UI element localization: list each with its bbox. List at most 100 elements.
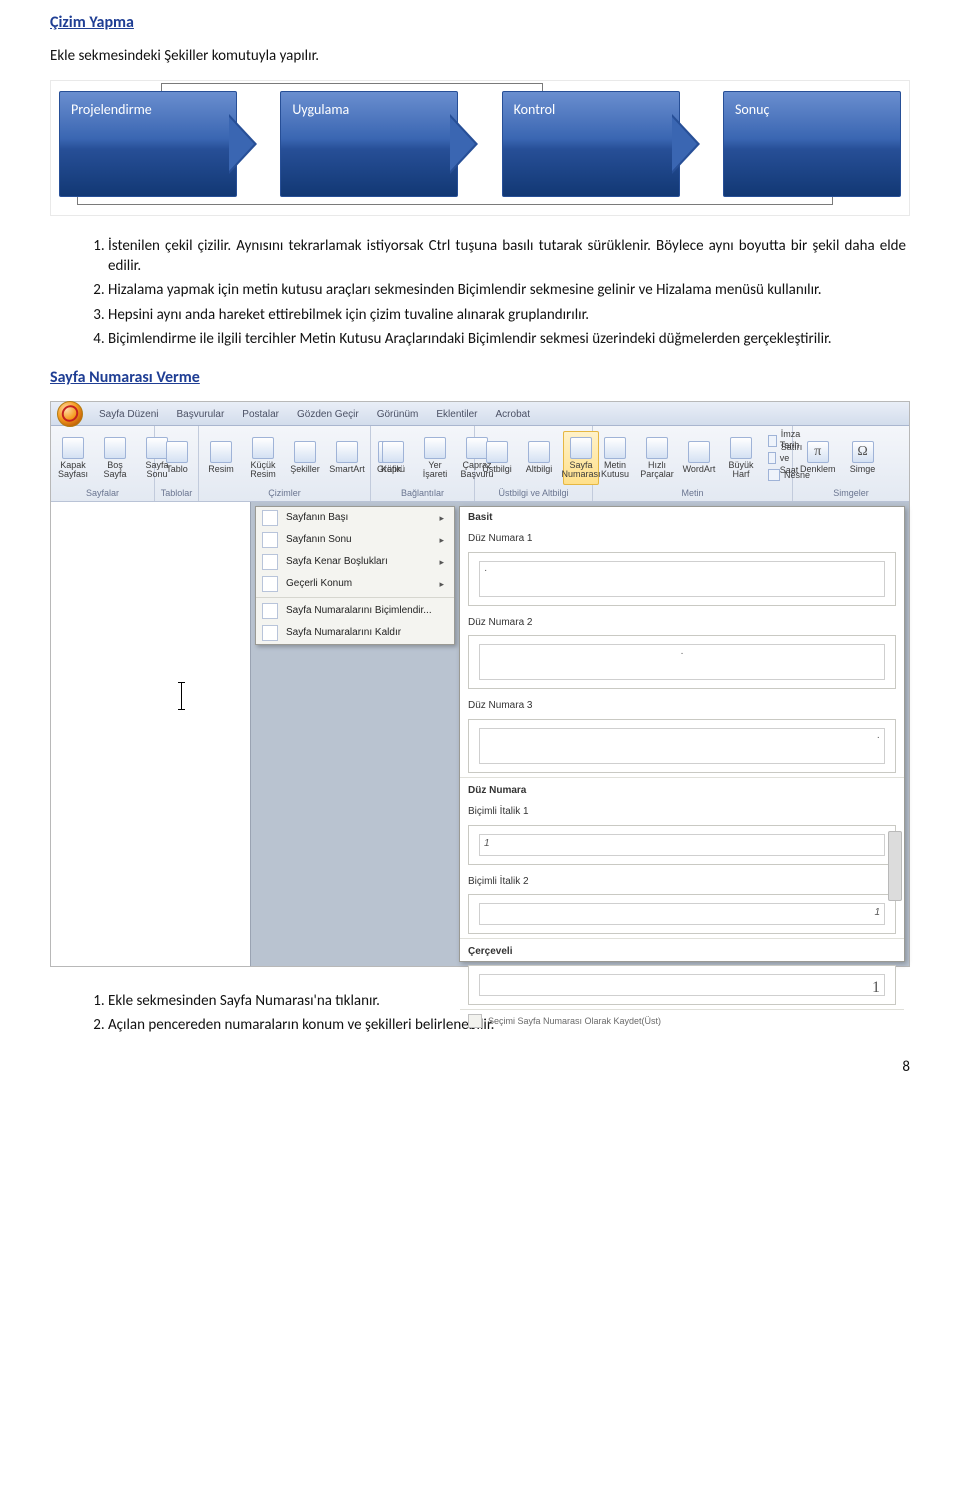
- group-links: Köprü Yer İşareti Çapraz Başvuru Bağlant…: [371, 426, 475, 501]
- gallery-item-title: Düz Numara 3: [460, 693, 904, 715]
- cover-page-button[interactable]: Kapak Sayfası: [55, 431, 91, 485]
- page-number-icon: [570, 437, 592, 459]
- group-label: Bağlantılar: [375, 486, 470, 499]
- flow-step-4: Sonuç: [723, 91, 901, 197]
- group-label: Simgeler: [797, 486, 905, 499]
- document-page[interactable]: [51, 502, 251, 966]
- gallery-item[interactable]: ·: [468, 719, 896, 773]
- gallery-heading-plain: Düz Numara: [460, 777, 904, 800]
- bookmark-icon: [424, 437, 446, 459]
- textbox-button[interactable]: Metin Kutusu: [597, 431, 633, 485]
- flow-step-3: Kontrol: [502, 91, 680, 197]
- gallery-heading-basic: Basit: [460, 507, 904, 527]
- ribbon-tab[interactable]: Postalar: [234, 404, 287, 425]
- smartart-icon: [336, 441, 358, 463]
- gallery-item[interactable]: 1: [468, 894, 896, 934]
- object-icon: [768, 469, 780, 481]
- office-button-icon[interactable]: [57, 401, 83, 427]
- menu-item-current-position[interactable]: Geçerli Konum▸: [256, 573, 454, 595]
- gallery-item-title: Düz Numara 1: [460, 526, 904, 548]
- image-icon: [252, 437, 274, 459]
- page-margin-icon: [262, 554, 278, 570]
- bookmark-button[interactable]: Yer İşareti: [417, 431, 453, 485]
- ribbon-tabs: Sayfa Düzeni Başvurular Postalar Gözden …: [51, 402, 909, 426]
- menu-item-remove-numbers[interactable]: Sayfa Numaralarını Kaldır: [256, 622, 454, 644]
- gallery-heading-boxed: Çerçeveli: [460, 938, 904, 961]
- hyperlink-button[interactable]: Köprü: [375, 431, 411, 485]
- word-ribbon-screenshot: Sayfa Düzeni Başvurular Postalar Gözden …: [50, 401, 910, 967]
- ribbon-tab[interactable]: Acrobat: [488, 404, 538, 425]
- flow-step-2: Uygulama: [280, 91, 458, 197]
- remove-icon: [262, 625, 278, 641]
- flow-label-1: Projelendirme: [71, 101, 152, 120]
- menu-item-bottom-of-page[interactable]: Sayfanın Sonu▸: [256, 529, 454, 551]
- signature-icon: [768, 435, 777, 447]
- footer-button[interactable]: Altbilgi: [521, 431, 557, 485]
- dropcap-icon: [730, 437, 752, 459]
- wordart-button[interactable]: WordArt: [681, 431, 717, 485]
- table-button[interactable]: Tablo: [159, 431, 195, 485]
- chevron-right-icon: [229, 114, 257, 174]
- header-icon: [486, 441, 508, 463]
- chevron-right-icon: ▸: [439, 578, 444, 590]
- page-icon: [104, 437, 126, 459]
- pi-icon: π: [807, 441, 829, 463]
- ribbon-tab[interactable]: Eklentiler: [428, 404, 485, 425]
- shapes-icon: [294, 441, 316, 463]
- image-icon: [210, 441, 232, 463]
- omega-icon: Ω: [852, 441, 874, 463]
- blank-page-button[interactable]: Boş Sayfa: [97, 431, 133, 485]
- list-item: Hizalama yapmak için metin kutusu araçla…: [108, 280, 910, 300]
- chevron-right-icon: [672, 114, 700, 174]
- group-pages: Kapak Sayfası Boş Sayfa Sayfa Sonu Sayfa…: [51, 426, 155, 501]
- chevron-right-icon: ▸: [439, 556, 444, 568]
- intro-text: Ekle sekmesindeki Şekiller komutuyla yap…: [50, 46, 910, 66]
- scrollbar[interactable]: [888, 831, 902, 901]
- symbol-button[interactable]: ΩSimge: [845, 431, 881, 485]
- gallery-item[interactable]: ·: [468, 552, 896, 606]
- group-label: Tablolar: [159, 486, 194, 499]
- shapes-button[interactable]: Şekiller: [287, 431, 323, 485]
- gallery-item[interactable]: 1: [468, 965, 896, 1005]
- drawing-steps-list: İstenilen çekil çizilir. Aynısını tekrar…: [92, 236, 910, 349]
- gallery-item-title: Biçimli İtalik 1: [460, 799, 904, 821]
- chevron-right-icon: ▸: [439, 534, 444, 546]
- group-text: Metin Kutusu Hızlı Parçalar WordArt Büyü…: [593, 426, 793, 501]
- quickparts-button[interactable]: Hızlı Parçalar: [639, 431, 675, 485]
- dropcap-button[interactable]: Büyük Harf: [723, 431, 759, 485]
- ribbon-groups: Kapak Sayfası Boş Sayfa Sayfa Sonu Sayfa…: [51, 426, 909, 502]
- gallery-item-title: Düz Numara 2: [460, 610, 904, 632]
- flow-label-4: Sonuç: [735, 101, 769, 120]
- page-number: 8: [50, 1057, 910, 1077]
- header-button[interactable]: Üstbilgi: [479, 431, 515, 485]
- save-icon: [468, 1014, 482, 1028]
- picture-button[interactable]: Resim: [203, 431, 239, 485]
- gallery-item[interactable]: 1: [468, 825, 896, 865]
- ribbon-tab[interactable]: Başvurular: [168, 404, 232, 425]
- group-symbols: πDenklem ΩSimge Simgeler: [793, 426, 909, 501]
- flow-label-2: Uygulama: [292, 101, 349, 120]
- list-item: Hepsini aynı anda hareket ettirebilmek i…: [108, 305, 910, 325]
- smartart-button[interactable]: SmartArt: [329, 431, 365, 485]
- chevron-right-icon: [450, 114, 478, 174]
- chevron-right-icon: ▸: [439, 512, 444, 524]
- group-label: Çizimler: [203, 486, 366, 499]
- flow-diagram: Projelendirme Uygulama Kontrol Sonuç: [50, 80, 910, 216]
- menu-item-top-of-page[interactable]: Sayfanın Başı▸: [256, 507, 454, 529]
- group-label: Üstbilgi ve Altbilgi: [479, 486, 588, 499]
- quickparts-icon: [646, 437, 668, 459]
- menu-item-page-margins[interactable]: Sayfa Kenar Boşlukları▸: [256, 551, 454, 573]
- footer-icon: [528, 441, 550, 463]
- flow-label-3: Kontrol: [514, 101, 556, 120]
- ribbon-tab[interactable]: Sayfa Düzeni: [91, 404, 166, 425]
- calendar-icon: [768, 452, 776, 464]
- gallery-footer-save[interactable]: Seçimi Sayfa Numarası Olarak Kaydet(Üst): [460, 1009, 904, 1030]
- gallery-item[interactable]: ·: [468, 635, 896, 689]
- menu-item-format-numbers[interactable]: Sayfa Numaralarını Biçimlendir...: [256, 600, 454, 622]
- ribbon-tab[interactable]: Görünüm: [369, 404, 427, 425]
- clipart-button[interactable]: Küçük Resim: [245, 431, 281, 485]
- equation-button[interactable]: πDenklem: [797, 431, 839, 485]
- ribbon-tab[interactable]: Gözden Geçir: [289, 404, 367, 425]
- gallery-item-title: Biçimli İtalik 2: [460, 869, 904, 891]
- heading-drawing: Çizim Yapma: [50, 12, 910, 34]
